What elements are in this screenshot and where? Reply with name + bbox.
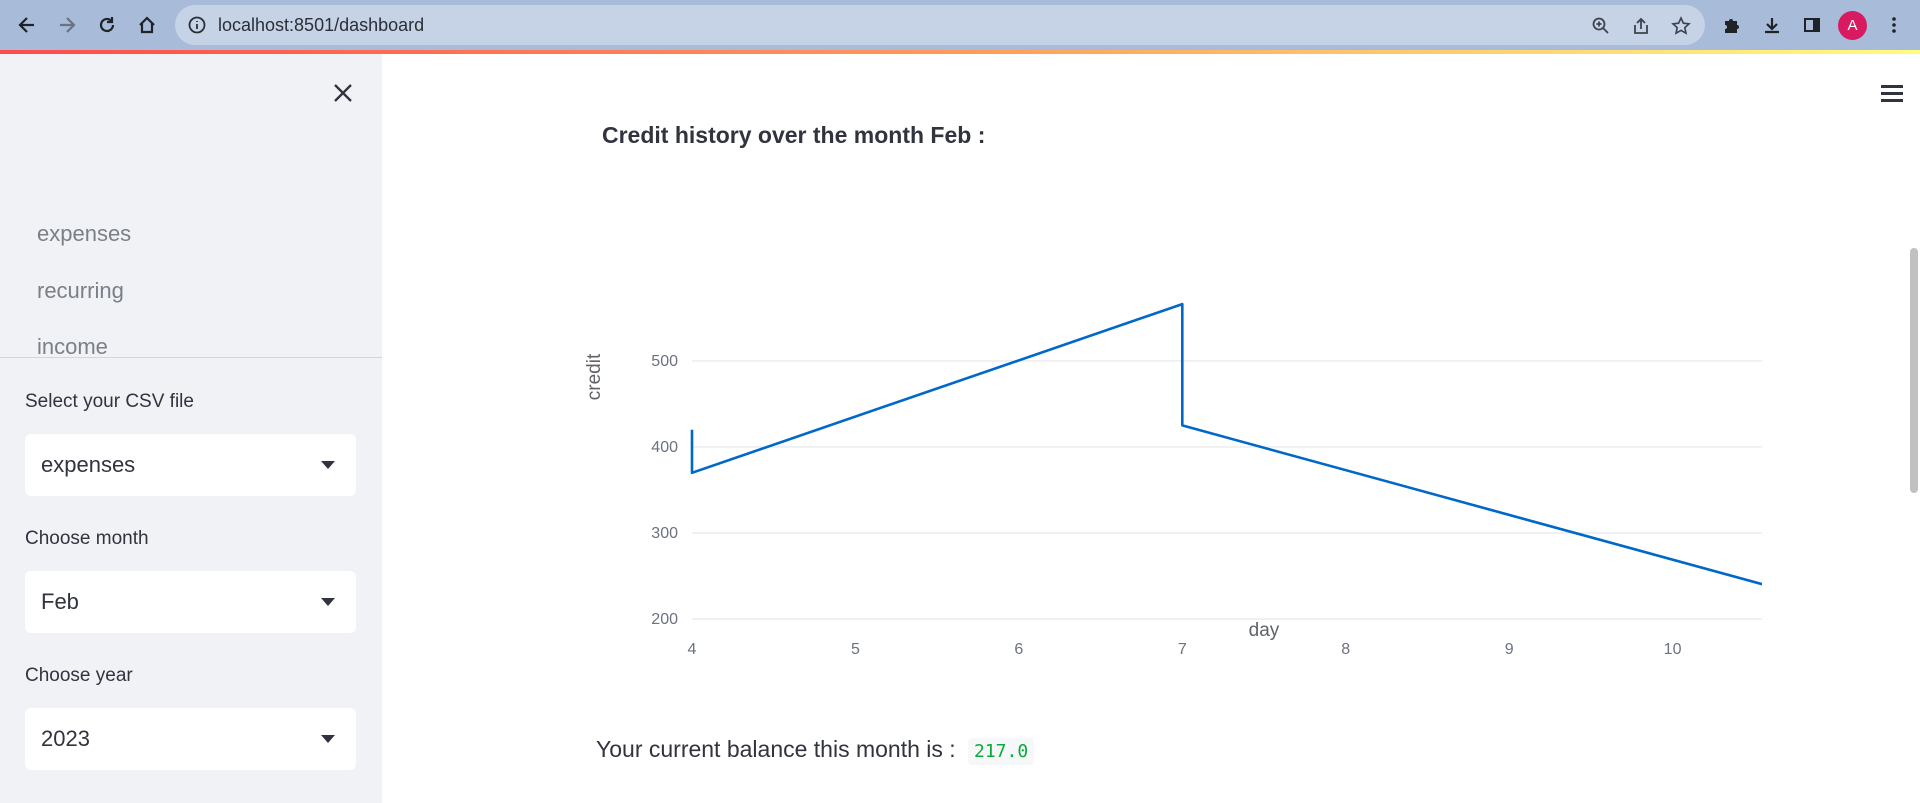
x-axis-label: day <box>1249 620 1280 641</box>
credit-series-line <box>690 302 1762 586</box>
kebab-menu-icon <box>1892 17 1896 33</box>
chart-title: Credit history over the month Feb : <box>602 122 986 148</box>
x-tick-label: 7 <box>1178 641 1187 658</box>
downloads-button[interactable] <box>1756 9 1788 41</box>
chevron-down-icon <box>321 735 335 743</box>
balance-label: Your current balance this month is : <box>596 736 956 762</box>
url-text: localhost:8501/dashboard <box>218 15 425 35</box>
info-icon <box>188 16 206 34</box>
chevron-down-icon <box>321 461 335 469</box>
address-bar[interactable]: localhost:8501/dashboard <box>175 5 1705 45</box>
x-axis-ticks: 4567891011 <box>688 641 1682 658</box>
y-tick-label: 300 <box>651 525 678 542</box>
sidebar-divider <box>0 357 382 358</box>
close-icon <box>334 84 352 102</box>
side-panel-icon <box>1804 18 1820 32</box>
month-select-label: Choose month <box>25 528 149 549</box>
reload-icon <box>99 17 115 33</box>
profile-avatar[interactable]: A <box>1838 11 1867 40</box>
puzzle-icon <box>1725 19 1739 33</box>
csv-select[interactable]: expenses <box>25 434 356 496</box>
hamburger-icon <box>1881 85 1903 88</box>
year-select-label: Choose year <box>25 665 133 686</box>
arrow-left-icon <box>18 17 34 33</box>
x-tick-label: 10 <box>1664 641 1682 658</box>
year-select-value: 2023 <box>41 726 90 751</box>
arrow-right-icon <box>60 17 76 33</box>
x-tick-label: 6 <box>1014 641 1023 658</box>
reload-button[interactable] <box>91 9 123 41</box>
credit-line-chart[interactable]: 200300400500 4567891011 day credit <box>582 214 1762 714</box>
csv-select-label: Select your CSV file <box>25 391 194 412</box>
sidebar-item-expenses[interactable]: expenses <box>37 221 131 247</box>
close-sidebar-button[interactable] <box>326 76 360 110</box>
main-content: Credit history over the month Feb : 200 3… <box>382 54 1920 803</box>
x-tick-label: 8 <box>1341 641 1350 658</box>
zoom-icon <box>1592 17 1609 34</box>
year-select[interactable]: 2023 <box>25 708 356 770</box>
y-tick-label: 200 <box>651 611 678 628</box>
zoom-button[interactable] <box>1588 13 1614 39</box>
browser-menu-button[interactable] <box>1878 9 1910 41</box>
home-icon <box>139 16 155 34</box>
share-button[interactable] <box>1628 13 1654 39</box>
chevron-down-icon <box>321 598 335 606</box>
side-panel-button[interactable] <box>1796 9 1828 41</box>
app-menu-button[interactable] <box>1879 82 1905 104</box>
month-select[interactable]: Feb <box>25 571 356 633</box>
download-icon <box>1765 18 1779 34</box>
home-button[interactable] <box>131 9 163 41</box>
back-button[interactable] <box>11 9 43 41</box>
x-tick-label: 5 <box>851 641 860 658</box>
chart-grid <box>692 360 1762 620</box>
star-icon <box>1671 16 1691 35</box>
x-tick-label: 9 <box>1505 641 1514 658</box>
share-icon <box>1634 17 1648 34</box>
page-scrollbar[interactable] <box>1910 248 1918 493</box>
csv-select-value: expenses <box>41 452 136 477</box>
y-axis-label: credit <box>584 353 605 400</box>
y-axis-ticks: 200 300 400 500 <box>651 353 678 628</box>
balance-value: 217.0 <box>968 738 1035 765</box>
browser-toolbar: localhost:8501/dashboard A <box>0 0 1920 50</box>
month-select-value: Feb <box>41 589 79 614</box>
y-tick-label: 500 <box>651 353 678 370</box>
bookmark-button[interactable] <box>1668 13 1694 39</box>
sidebar: expenses recurring income Select your CS… <box>0 54 382 803</box>
extensions-button[interactable] <box>1716 9 1748 41</box>
y-tick-label: 400 <box>651 439 678 456</box>
forward-button[interactable] <box>51 9 83 41</box>
sidebar-item-recurring[interactable]: recurring <box>37 278 124 304</box>
x-tick-label: 4 <box>688 641 697 658</box>
